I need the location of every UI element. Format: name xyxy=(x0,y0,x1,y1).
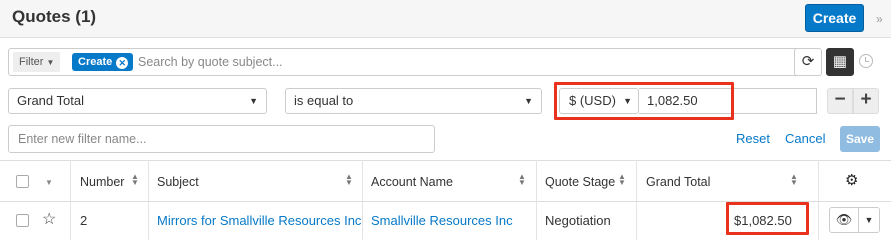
add-filter-row-button[interactable]: + xyxy=(853,88,879,114)
create-button[interactable]: Create xyxy=(805,4,864,32)
active-filter-pill[interactable]: Create ✕ xyxy=(72,53,134,71)
column-header-grand-total[interactable]: Grand Total xyxy=(646,175,710,189)
plus-icon: + xyxy=(860,89,872,110)
collapse-panel-icon[interactable]: » xyxy=(876,12,883,26)
select-all-checkbox[interactable] xyxy=(16,175,29,188)
star-icon[interactable]: ☆ xyxy=(42,209,56,229)
column-header-number[interactable]: Number xyxy=(80,175,124,189)
caret-down-icon: ▼ xyxy=(249,96,258,106)
minus-icon: − xyxy=(834,89,846,110)
save-button[interactable]: Save xyxy=(840,126,880,152)
cell-account-link[interactable]: Smallville Resources Inc xyxy=(371,213,513,228)
filter-dropdown-label: Filter xyxy=(19,56,44,68)
gear-icon[interactable]: ⚙ xyxy=(845,171,858,189)
sort-icon[interactable]: ▲ ▼ xyxy=(518,173,526,187)
sort-icon[interactable]: ▲ ▼ xyxy=(131,173,139,187)
reset-link[interactable]: Reset xyxy=(736,131,770,146)
page-header xyxy=(0,0,891,38)
column-header-quote-stage[interactable]: Quote Stage xyxy=(545,175,615,189)
caret-down-icon: ▼ xyxy=(46,58,55,67)
caret-down-icon: ▼ xyxy=(524,96,533,106)
highlight-annotation xyxy=(726,202,809,235)
filter-dropdown[interactable]: Filter ▼ xyxy=(13,52,61,72)
highlight-annotation xyxy=(554,82,734,120)
column-header-account-name[interactable]: Account Name xyxy=(371,175,453,189)
table-icon: ▦ xyxy=(832,53,848,70)
sort-icon[interactable]: ▲ ▼ xyxy=(345,173,353,187)
eye-icon: 👁 xyxy=(835,212,853,227)
search-input[interactable]: Search by quote subject... xyxy=(138,55,283,69)
filter-field-select[interactable]: Grand Total ▼ xyxy=(8,88,267,114)
column-header-subject[interactable]: Subject xyxy=(157,175,199,189)
page-title: Quotes (1) xyxy=(12,7,97,26)
filter-operator-value: is equal to xyxy=(294,93,354,108)
caret-down-icon: ▼ xyxy=(864,215,874,225)
refresh-icon: ⟳ xyxy=(801,53,815,70)
mass-action-caret-icon[interactable]: ▼ xyxy=(45,178,53,187)
cell-quote-stage: Negotiation xyxy=(545,213,611,228)
filter-operator-select[interactable]: is equal to ▼ xyxy=(285,88,542,114)
row-actions-dropdown[interactable]: ▼ xyxy=(858,207,880,233)
clock-icon[interactable] xyxy=(859,54,873,68)
sort-icon[interactable]: ▲ ▼ xyxy=(618,173,626,187)
preview-button[interactable]: 👁 xyxy=(829,207,859,233)
filter-name-input[interactable]: Enter new filter name... xyxy=(8,125,435,153)
list-view-button[interactable]: ▦ xyxy=(826,48,854,76)
cell-subject-link[interactable]: Mirrors for Smallville Resources Inc xyxy=(157,213,361,228)
filter-field-value: Grand Total xyxy=(17,93,84,108)
cancel-link[interactable]: Cancel xyxy=(785,131,825,146)
search-bar: Filter ▼ Create ✕ Search by quote subject.… xyxy=(8,48,816,76)
close-icon[interactable]: ✕ xyxy=(116,57,129,69)
refresh-button[interactable]: ⟳ xyxy=(794,48,822,76)
cell-number: 2 xyxy=(80,213,88,228)
remove-filter-row-button[interactable]: − xyxy=(827,88,853,114)
active-filter-pill-label: Create xyxy=(78,56,113,68)
sort-icon[interactable]: ▲ ▼ xyxy=(790,173,798,187)
row-checkbox[interactable] xyxy=(16,214,29,227)
